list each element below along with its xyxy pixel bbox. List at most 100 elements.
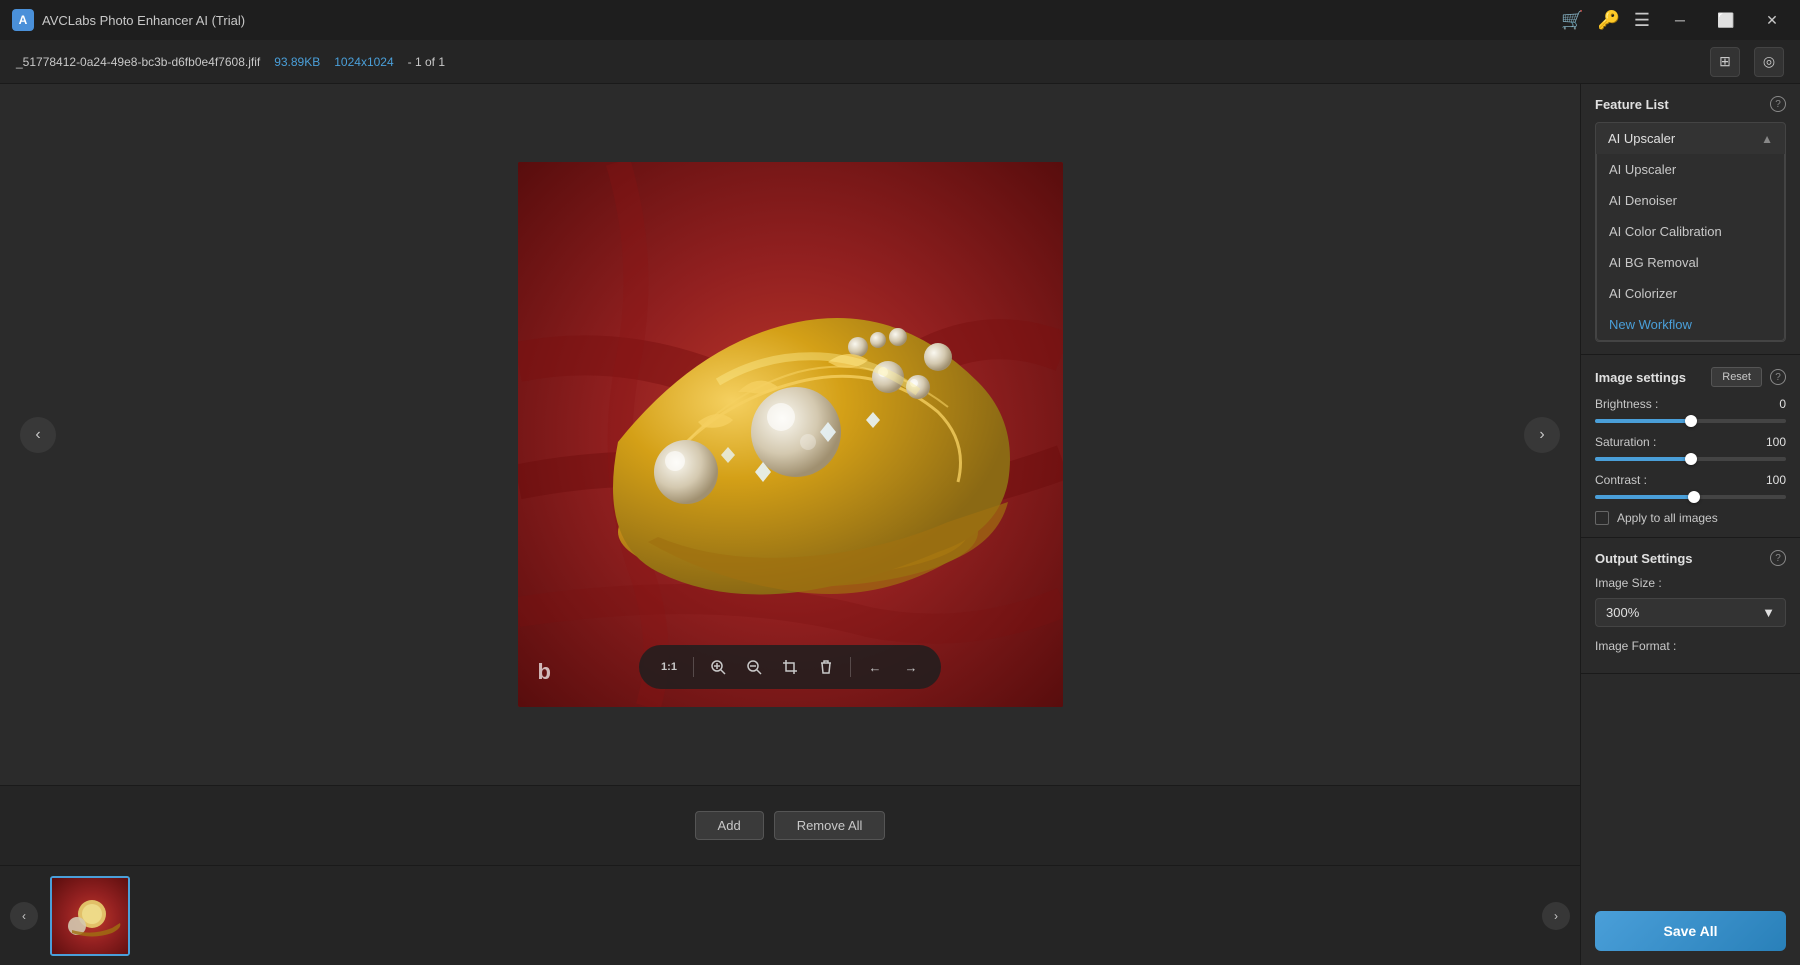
ratio-button[interactable]: 1:1 <box>653 651 685 683</box>
image-viewer: ‹ <box>0 84 1580 785</box>
image-settings-title: Image settings <box>1595 370 1686 385</box>
brightness-slider-fill <box>1595 419 1691 423</box>
toolbar-divider-1 <box>693 657 694 677</box>
brightness-slider-thumb[interactable] <box>1685 415 1697 427</box>
brightness-value: 0 <box>1756 397 1786 411</box>
output-settings-title: Output Settings <box>1595 551 1693 566</box>
thumbnail-bg <box>52 878 128 954</box>
file-size: 93.89KB <box>274 55 320 69</box>
output-settings-help-icon[interactable]: ? <box>1770 550 1786 566</box>
feature-dropdown[interactable]: AI Upscaler ▲ AI Upscaler AI Denoiser AI… <box>1595 122 1786 342</box>
preview-action-button[interactable]: ◎ <box>1754 47 1784 77</box>
image-settings-section: Image settings Reset ? Brightness : 0 Sa <box>1581 355 1800 538</box>
bottom-action-bar: Add Remove All <box>0 785 1580 865</box>
key-icon[interactable]: 🔑 <box>1597 10 1619 31</box>
nav-next-button[interactable]: › <box>1524 417 1560 453</box>
save-all-button[interactable]: Save All <box>1595 911 1786 951</box>
watermark: b <box>538 659 551 685</box>
nav-prev-button[interactable]: ‹ <box>20 417 56 453</box>
main-image: b <box>518 162 1063 707</box>
feature-item-upscaler[interactable]: AI Upscaler <box>1597 154 1784 185</box>
prev-image-button[interactable]: ← <box>859 651 891 683</box>
image-size-dropdown[interactable]: 300% ▼ <box>1595 598 1786 627</box>
contrast-slider-fill <box>1595 495 1694 499</box>
image-format-row: Image Format : <box>1595 639 1786 653</box>
zoom-out-button[interactable] <box>738 651 770 683</box>
title-bar: A AVCLabs Photo Enhancer AI (Trial) 🛒 🔑 … <box>0 0 1800 40</box>
close-button[interactable]: ✕ <box>1756 4 1788 36</box>
output-settings-section: Output Settings ? Image Size : 300% ▼ Im… <box>1581 538 1800 674</box>
output-settings-header: Output Settings ? <box>1595 550 1786 566</box>
saturation-slider-container[interactable] <box>1595 457 1786 461</box>
contrast-value: 100 <box>1756 473 1786 487</box>
dropdown-chevron-down-icon: ▼ <box>1762 605 1775 620</box>
crop-action-button[interactable]: ⊞ <box>1710 47 1740 77</box>
thumbnail-item[interactable] <box>50 876 130 956</box>
menu-icon[interactable]: ☰ <box>1634 10 1650 31</box>
image-size-value: 300% <box>1606 605 1639 620</box>
save-all-section: Save All <box>1581 897 1800 965</box>
remove-all-button[interactable]: Remove All <box>774 811 886 840</box>
saturation-row: Saturation : 100 <box>1595 435 1786 449</box>
image-size-row: Image Size : <box>1595 576 1786 590</box>
main-image-container: b 1:1 <box>518 162 1063 707</box>
main-layout: ‹ <box>0 84 1800 965</box>
strip-nav-left[interactable]: ‹ <box>10 902 38 930</box>
saturation-slider-thumb[interactable] <box>1685 453 1697 465</box>
ring-svg <box>518 162 1063 707</box>
feature-item-bg-removal[interactable]: AI BG Removal <box>1597 247 1784 278</box>
saturation-value: 100 <box>1756 435 1786 449</box>
feature-item-colorizer[interactable]: AI Colorizer <box>1597 278 1784 309</box>
chevron-up-icon: ▲ <box>1761 132 1773 146</box>
contrast-row: Contrast : 100 <box>1595 473 1786 487</box>
content-area: ‹ <box>0 84 1580 965</box>
contrast-slider-container[interactable] <box>1595 495 1786 499</box>
file-count: - 1 of 1 <box>408 55 445 69</box>
image-toolbar: 1:1 <box>639 645 941 689</box>
saturation-label: Saturation : <box>1595 435 1656 449</box>
apply-to-all-checkbox[interactable] <box>1595 511 1609 525</box>
image-format-label: Image Format : <box>1595 639 1676 653</box>
contrast-slider-track[interactable] <box>1595 495 1786 499</box>
contrast-slider-thumb[interactable] <box>1688 491 1700 503</box>
thumbnail-svg <box>52 878 130 956</box>
add-remove-buttons: Add Remove All <box>695 811 886 840</box>
thumbnail-strip: ‹ › <box>0 865 1580 965</box>
crop-button[interactable] <box>774 651 806 683</box>
toolbar-divider-2 <box>850 657 851 677</box>
selected-feature-label: AI Upscaler <box>1608 131 1675 146</box>
ring-image-background: b <box>518 162 1063 707</box>
brightness-slider-container[interactable] <box>1595 419 1786 423</box>
brightness-row: Brightness : 0 <box>1595 397 1786 411</box>
file-dimensions: 1024x1024 <box>334 55 393 69</box>
top-bar: _51778412-0a24-49e8-bc3b-d6fb0e4f7608.jf… <box>0 40 1800 84</box>
feature-dropdown-header[interactable]: AI Upscaler ▲ <box>1596 123 1785 154</box>
file-name: _51778412-0a24-49e8-bc3b-d6fb0e4f7608.jf… <box>16 55 260 69</box>
feature-item-new-workflow[interactable]: New Workflow <box>1597 309 1784 340</box>
contrast-label: Contrast : <box>1595 473 1647 487</box>
feature-item-color-calibration[interactable]: AI Color Calibration <box>1597 216 1784 247</box>
reset-button[interactable]: Reset <box>1711 367 1762 387</box>
strip-nav-right[interactable]: › <box>1542 902 1570 930</box>
brightness-label: Brightness : <box>1595 397 1658 411</box>
title-bar-actions: 🛒 🔑 ☰ ─ ⬜ ✕ <box>1561 4 1788 36</box>
add-button[interactable]: Add <box>695 811 764 840</box>
apply-to-all-label[interactable]: Apply to all images <box>1617 511 1718 525</box>
right-panel: Feature List ? AI Upscaler ▲ AI Upscaler… <box>1580 84 1800 965</box>
image-settings-header: Image settings Reset ? <box>1595 367 1786 387</box>
zoom-in-button[interactable] <box>702 651 734 683</box>
feature-list-help-icon[interactable]: ? <box>1770 96 1786 112</box>
saturation-slider-fill <box>1595 457 1691 461</box>
delete-button[interactable] <box>810 651 842 683</box>
minimize-button[interactable]: ─ <box>1664 4 1696 36</box>
image-size-label: Image Size : <box>1595 576 1662 590</box>
brightness-slider-track[interactable] <box>1595 419 1786 423</box>
feature-list-header: Feature List ? <box>1595 96 1786 112</box>
image-settings-help-icon[interactable]: ? <box>1770 369 1786 385</box>
maximize-button[interactable]: ⬜ <box>1710 4 1742 36</box>
next-image-button[interactable]: → <box>895 651 927 683</box>
feature-item-denoiser[interactable]: AI Denoiser <box>1597 185 1784 216</box>
cart-icon[interactable]: 🛒 <box>1561 10 1583 31</box>
app-title: AVCLabs Photo Enhancer AI (Trial) <box>42 13 1561 28</box>
saturation-slider-track[interactable] <box>1595 457 1786 461</box>
